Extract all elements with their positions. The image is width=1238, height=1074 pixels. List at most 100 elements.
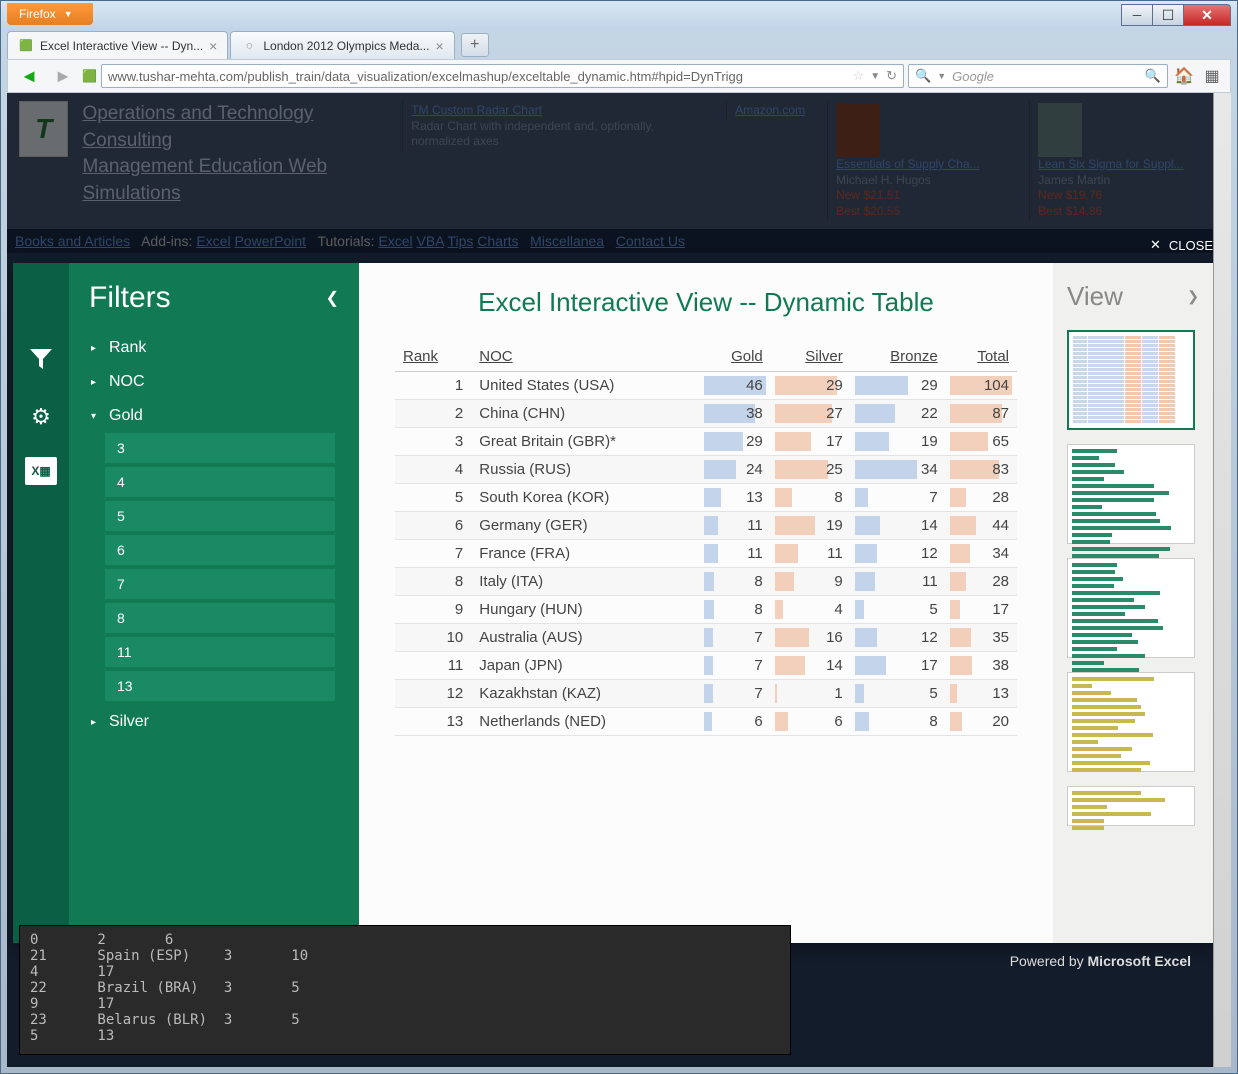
cell-bronze: 8 bbox=[851, 708, 946, 736]
dev-console[interactable]: 0 2 6 21 Spain (ESP) 3 10 4 17 22 Brazil… bbox=[19, 925, 791, 1055]
col-rank[interactable]: Rank bbox=[395, 342, 471, 372]
bookmark-star-icon[interactable]: ☆ bbox=[853, 68, 865, 84]
cell-total: 13 bbox=[946, 680, 1017, 708]
url-text: www.tushar-mehta.com/publish_train/data_… bbox=[108, 69, 847, 84]
filter-item-silver[interactable]: ▸Silver bbox=[81, 705, 355, 739]
col-noc[interactable]: NOC bbox=[471, 342, 699, 372]
cell-gold: 13 bbox=[700, 484, 771, 512]
cell-total: 34 bbox=[946, 540, 1017, 568]
extension-button[interactable]: ▦ bbox=[1200, 64, 1224, 88]
filter-chip[interactable]: 4 bbox=[105, 467, 335, 497]
powered-by: Powered by Microsoft Excel bbox=[1010, 953, 1191, 969]
home-button[interactable]: 🏠 bbox=[1172, 64, 1196, 88]
dropdown-icon[interactable]: ▼ bbox=[937, 71, 946, 81]
table-row[interactable]: 13 Netherlands (NED) 6 6 8 20 bbox=[395, 708, 1017, 736]
cell-gold: 7 bbox=[700, 624, 771, 652]
cell-total: 44 bbox=[946, 512, 1017, 540]
col-bronze[interactable]: Bronze bbox=[851, 342, 946, 372]
window-close-button[interactable]: ✕ bbox=[1183, 4, 1231, 26]
cell-silver: 9 bbox=[771, 568, 851, 596]
cell-noc: United States (USA) bbox=[471, 372, 699, 400]
filter-chip[interactable]: 5 bbox=[105, 501, 335, 531]
tab-london-olympics[interactable]: ◌ London 2012 Olympics Meda... × bbox=[230, 31, 454, 59]
table-row[interactable]: 1 United States (USA) 46 29 29 104 bbox=[395, 372, 1017, 400]
search-bar[interactable]: 🔍 ▼ Google 🔍 bbox=[908, 64, 1168, 88]
table-row[interactable]: 4 Russia (RUS) 24 25 34 83 bbox=[395, 456, 1017, 484]
cell-silver: 27 bbox=[771, 400, 851, 428]
table-row[interactable]: 7 France (FRA) 11 11 12 34 bbox=[395, 540, 1017, 568]
collapse-icon[interactable]: ❮ bbox=[326, 288, 339, 308]
back-button[interactable]: ◄ bbox=[14, 63, 44, 89]
col-total[interactable]: Total bbox=[946, 342, 1017, 372]
table-row[interactable]: 8 Italy (ITA) 8 9 11 28 bbox=[395, 568, 1017, 596]
table-row[interactable]: 6 Germany (GER) 11 19 14 44 bbox=[395, 512, 1017, 540]
filter-chip[interactable]: 3 bbox=[105, 433, 335, 463]
cell-silver: 17 bbox=[771, 428, 851, 456]
cell-rank: 9 bbox=[395, 596, 471, 624]
url-bar[interactable]: www.tushar-mehta.com/publish_train/data_… bbox=[101, 64, 904, 88]
view-thumb-bar-yellow[interactable] bbox=[1067, 672, 1195, 772]
minimize-button[interactable]: ─ bbox=[1121, 4, 1153, 26]
col-gold[interactable]: Gold bbox=[700, 342, 771, 372]
maximize-button[interactable]: ☐ bbox=[1152, 4, 1184, 26]
expand-icon: ▸ bbox=[91, 717, 101, 728]
cell-bronze: 29 bbox=[851, 372, 946, 400]
new-tab-button[interactable]: + bbox=[461, 33, 489, 57]
filter-item-rank[interactable]: ▸Rank bbox=[81, 331, 355, 365]
gear-icon[interactable]: ⚙ bbox=[23, 399, 59, 435]
cell-bronze: 19 bbox=[851, 428, 946, 456]
table-row[interactable]: 5 South Korea (KOR) 13 8 7 28 bbox=[395, 484, 1017, 512]
cell-gold: 24 bbox=[700, 456, 771, 484]
table-row[interactable]: 10 Australia (AUS) 7 16 12 35 bbox=[395, 624, 1017, 652]
cell-noc: Kazakhstan (KAZ) bbox=[471, 680, 699, 708]
table-row[interactable]: 11 Japan (JPN) 7 14 17 38 bbox=[395, 652, 1017, 680]
search-icon[interactable]: 🔍 bbox=[1145, 68, 1161, 84]
cell-silver: 11 bbox=[771, 540, 851, 568]
cell-bronze: 11 bbox=[851, 568, 946, 596]
filters-heading: Filters bbox=[89, 281, 171, 315]
cell-silver: 25 bbox=[771, 456, 851, 484]
cell-rank: 3 bbox=[395, 428, 471, 456]
table-row[interactable]: 2 China (CHN) 38 27 22 87 bbox=[395, 400, 1017, 428]
cell-rank: 11 bbox=[395, 652, 471, 680]
filter-item-noc[interactable]: ▸NOC bbox=[81, 365, 355, 399]
cell-noc: Great Britain (GBR)* bbox=[471, 428, 699, 456]
cell-bronze: 12 bbox=[851, 540, 946, 568]
overlay-close[interactable]: ✕ CLOSE bbox=[1150, 237, 1213, 253]
filter-chip[interactable]: 8 bbox=[105, 603, 335, 633]
table-row[interactable]: 3 Great Britain (GBR)* 29 17 19 65 bbox=[395, 428, 1017, 456]
filter-chip[interactable]: 13 bbox=[105, 671, 335, 701]
tab-close-icon[interactable]: × bbox=[209, 38, 217, 54]
forward-button[interactable]: ► bbox=[48, 63, 78, 89]
filter-item-gold[interactable]: ▾Gold bbox=[81, 399, 355, 433]
view-thumb-bar-green2[interactable] bbox=[1067, 558, 1195, 658]
page-scrollbar[interactable] bbox=[1213, 93, 1231, 1067]
view-thumb-bar-yellow2[interactable] bbox=[1067, 786, 1195, 826]
chevron-right-icon[interactable]: ❯ bbox=[1187, 288, 1199, 305]
tab-close-icon[interactable]: × bbox=[435, 38, 443, 54]
filter-icon[interactable] bbox=[23, 341, 59, 377]
filter-chip[interactable]: 11 bbox=[105, 637, 335, 667]
medals-table: RankNOCGoldSilverBronzeTotal 1 United St… bbox=[395, 342, 1017, 736]
reload-icon[interactable]: ↻ bbox=[886, 68, 897, 84]
filter-chip[interactable]: 6 bbox=[105, 535, 335, 565]
cell-rank: 10 bbox=[395, 624, 471, 652]
table-row[interactable]: 12 Kazakhstan (KAZ) 7 1 5 13 bbox=[395, 680, 1017, 708]
tab-label: Excel Interactive View -- Dyn... bbox=[40, 39, 203, 53]
firefox-menu[interactable]: Firefox ▼ bbox=[7, 3, 93, 25]
cell-gold: 11 bbox=[700, 540, 771, 568]
favicon-icon: 🟩 bbox=[18, 38, 34, 54]
view-thumb-bar-green[interactable] bbox=[1067, 444, 1195, 544]
view-thumb-table[interactable] bbox=[1067, 330, 1195, 430]
table-row[interactable]: 9 Hungary (HUN) 8 4 5 17 bbox=[395, 596, 1017, 624]
tab-strip: 🟩 Excel Interactive View -- Dyn... × ◌ L… bbox=[7, 29, 1231, 59]
dropdown-icon[interactable]: ▼ bbox=[870, 71, 880, 82]
filter-chip[interactable]: 7 bbox=[105, 569, 335, 599]
firefox-label: Firefox bbox=[19, 7, 56, 21]
col-silver[interactable]: Silver bbox=[771, 342, 851, 372]
close-label: CLOSE bbox=[1169, 238, 1213, 253]
tab-excel-interactive[interactable]: 🟩 Excel Interactive View -- Dyn... × bbox=[7, 31, 228, 59]
excel-icon[interactable]: X▦ bbox=[25, 457, 57, 485]
cell-total: 20 bbox=[946, 708, 1017, 736]
cell-total: 87 bbox=[946, 400, 1017, 428]
